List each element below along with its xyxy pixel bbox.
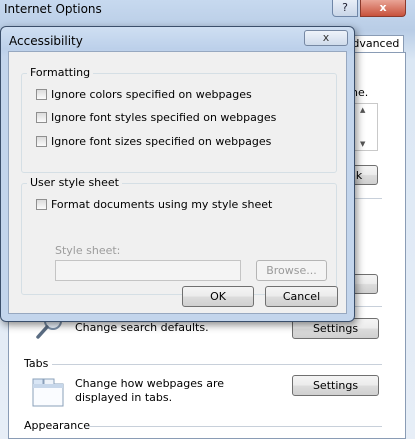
accessibility-dialog: Accessibility x Formatting Ignore colors… [0,26,355,322]
style-sheet-field-label: Style sheet: [55,244,121,257]
browse-button[interactable]: Browse... [256,260,327,281]
scroll-down-icon[interactable]: ▼ [360,140,365,148]
tabs-settings-button[interactable]: Settings [292,375,379,396]
appearance-section-label: Appearance [24,419,91,432]
ignore-font-styles-option[interactable]: Ignore font styles specified on webpages [36,111,276,124]
search-description: Change search defaults. [75,321,209,334]
window-title: Internet Options [4,2,102,16]
cancel-button[interactable]: Cancel [265,286,338,307]
ignore-font-sizes-checkbox[interactable] [36,136,47,147]
user-style-sheet-group-label: User style sheet [27,176,122,189]
ignore-font-styles-checkbox[interactable] [36,112,47,123]
cancel-button-label: Cancel [282,290,321,303]
formatting-group-label: Formatting [27,66,94,79]
ignore-font-styles-label[interactable]: Ignore font styles specified on webpages [51,111,276,124]
formatting-group: Formatting Ignore colors specified on we… [21,66,337,173]
help-button[interactable]: ? [332,0,358,17]
ok-button[interactable]: OK [182,286,254,307]
ignore-colors-checkbox[interactable] [36,89,47,100]
ok-button-label: OK [210,290,226,303]
ignore-colors-option[interactable]: Ignore colors specified on webpages [36,88,252,101]
window-close-button[interactable]: x [360,0,406,17]
format-documents-option[interactable]: Format documents using my style sheet [36,198,272,211]
dialog-close-button[interactable]: x [304,30,348,46]
dialog-body: Formatting Ignore colors specified on we… [8,51,347,314]
obscured-button-label: k [355,168,363,182]
style-sheet-input[interactable] [55,260,241,281]
scroll-up-icon[interactable]: ▲ [360,106,365,114]
user-style-sheet-group: User style sheet Format documents using … [21,176,337,295]
dialog-title: Accessibility [9,34,83,48]
obscured-listbox[interactable]: ▲ ▼ [352,103,378,151]
tabs-description: Change how webpages are displayed in tab… [75,377,225,404]
ignore-colors-label[interactable]: Ignore colors specified on webpages [51,88,252,101]
tabs-settings-label: Settings [312,379,359,392]
ignore-font-sizes-option[interactable]: Ignore font sizes specified on webpages [36,135,271,148]
ignore-font-sizes-label[interactable]: Ignore font sizes specified on webpages [51,135,271,148]
tabs-divider [52,364,382,365]
tabbed-window-icon [32,378,64,407]
browse-button-label: Browse... [266,264,317,277]
appearance-divider [86,426,382,427]
search-settings-label: Settings [312,322,359,335]
tabs-section-label: Tabs [24,357,49,370]
format-documents-checkbox[interactable] [36,199,47,210]
format-documents-label[interactable]: Format documents using my style sheet [51,198,272,211]
close-icon: x [322,31,330,44]
